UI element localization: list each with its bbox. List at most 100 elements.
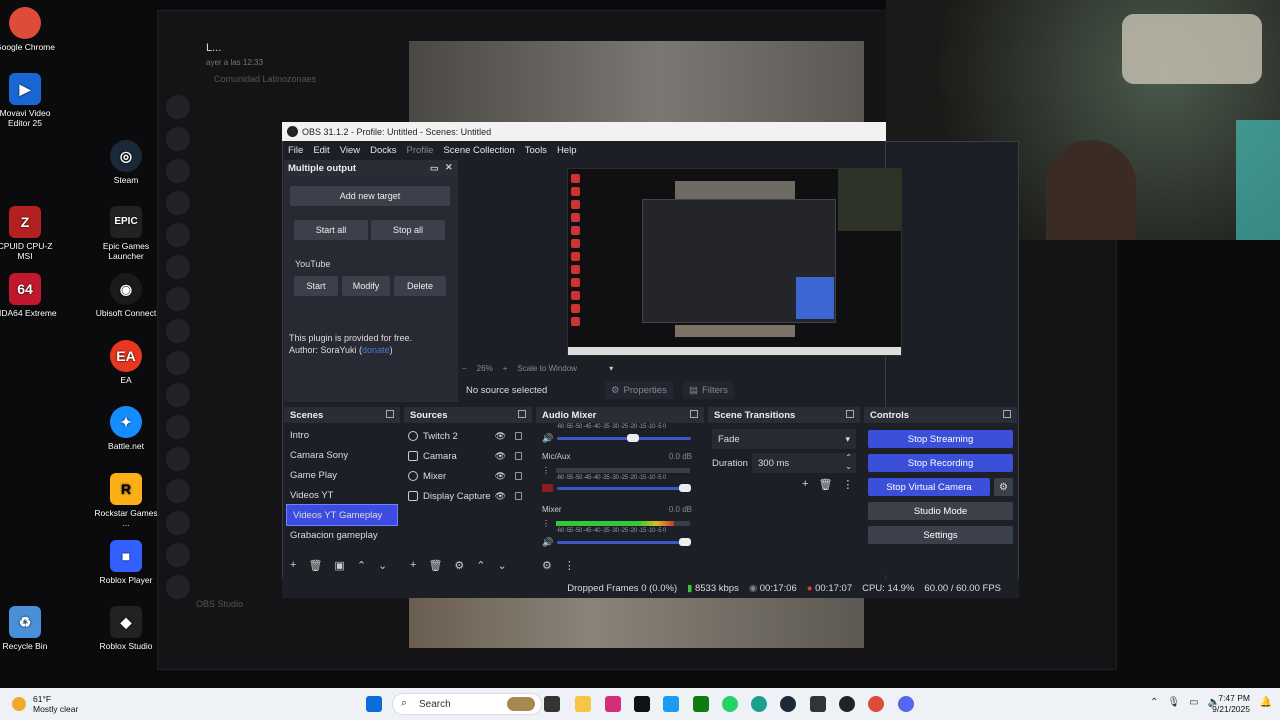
stop-virtual-camera-button[interactable]: Stop Virtual Camera (868, 478, 990, 496)
desktop-icon-chrome[interactable]: Google Chrome (0, 7, 57, 52)
scene-item[interactable]: Grabacion gameplay (284, 525, 400, 545)
channel-menu-icon[interactable]: ⋮ (542, 466, 550, 475)
scene-item[interactable]: Intro (284, 425, 400, 445)
zoom-in-button[interactable]: + (503, 364, 508, 373)
desktop-icon-roblox-player[interactable]: ■ Roblox Player (94, 540, 158, 585)
eye-icon[interactable]: 👁 (495, 431, 506, 442)
trash-icon[interactable]: 🗑 (308, 559, 322, 572)
desktop-icon-ubisoft[interactable]: ◉ Ubisoft Connect (94, 273, 158, 318)
dock-float-icon[interactable] (690, 410, 698, 418)
add-icon[interactable]: + (410, 559, 416, 571)
gear-icon[interactable]: ⚙ (454, 559, 464, 572)
weather-widget[interactable]: 61°F Mostly clear (12, 694, 78, 714)
trash-icon[interactable]: 🗑 (818, 478, 832, 491)
desktop-icon-rockstar[interactable]: R Rockstar Games ... (94, 473, 158, 528)
source-item[interactable]: Camara 👁 (404, 446, 532, 466)
advanced-audio-icon[interactable]: ⚙ (542, 559, 552, 572)
speaker-icon[interactable]: 🔊 (542, 433, 553, 444)
menu-profile[interactable]: Profile (407, 145, 434, 156)
menu-scene-collection[interactable]: Scene Collection (443, 145, 514, 156)
channel-menu-icon[interactable]: ⋮ (542, 519, 550, 528)
scene-item-selected[interactable]: Videos YT Gameplay (286, 504, 398, 526)
desktop-icon-ea[interactable]: EA EA (94, 340, 158, 385)
menu-docks[interactable]: Docks (370, 145, 396, 156)
instagram-icon[interactable] (605, 696, 621, 712)
zoom-out-button[interactable]: − (462, 364, 467, 373)
dock-float-icon[interactable] (846, 410, 854, 418)
scene-item[interactable]: Game Play (284, 465, 400, 485)
eye-icon[interactable]: 👁 (495, 471, 506, 482)
menu-tools[interactable]: Tools (525, 145, 547, 156)
microphone-icon[interactable]: 🎙 (1167, 697, 1180, 708)
desktop-icon-steam[interactable]: ◎ Steam (94, 140, 158, 185)
donate-link[interactable]: donate (362, 345, 390, 355)
desktop-icon-roblox-studio[interactable]: ◆ Roblox Studio (94, 606, 158, 651)
obs-titlebar[interactable]: OBS 31.1.2 - Profile: Untitled - Scenes:… (282, 122, 886, 141)
slider-knob[interactable] (627, 434, 640, 442)
scale-mode-select[interactable]: Scale to Window ▾ (517, 364, 613, 373)
trash-icon[interactable]: 🗑 (428, 559, 442, 572)
stop-recording-button[interactable]: Stop Recording (868, 454, 1013, 472)
source-item[interactable]: Mixer 👁 (404, 466, 532, 486)
virtual-camera-settings-button[interactable]: ⚙ (994, 478, 1013, 496)
desktop-icon-epic[interactable]: EPIC Epic Games Launcher (94, 206, 158, 261)
move-up-icon[interactable]: ⌃ (476, 559, 485, 572)
stop-all-button[interactable]: Stop all (371, 220, 445, 240)
start-menu-icon[interactable] (366, 696, 382, 712)
search-box[interactable]: ⌕ Search (392, 693, 542, 715)
move-up-icon[interactable]: ⌃ (357, 559, 366, 572)
properties-button[interactable]: ⚙ Properties (605, 381, 673, 399)
more-icon[interactable]: ⋮ (842, 478, 853, 491)
slider-knob[interactable] (679, 538, 692, 546)
lock-icon[interactable] (515, 492, 522, 500)
close-icon[interactable]: ✕ (445, 162, 453, 173)
twitter-icon[interactable] (663, 696, 679, 712)
chevron-up-icon[interactable]: ⌃ (1150, 697, 1158, 708)
desktop-icon-movavi[interactable]: ▶ Movavi Video Editor 25 (0, 73, 57, 128)
add-icon[interactable]: + (290, 559, 296, 571)
source-item[interactable]: Twitch 2 👁 (404, 426, 532, 446)
desktop-icon-aida64[interactable]: 64 AIDA64 Extreme (0, 273, 57, 318)
eye-icon[interactable]: 👁 (495, 451, 506, 462)
move-down-icon[interactable]: ⌄ (498, 559, 507, 572)
duration-input[interactable]: 300 ms ⌃ ⌄ (752, 453, 856, 473)
studio-mode-button[interactable]: Studio Mode (868, 502, 1013, 520)
filter-icon[interactable]: ▣ (334, 559, 344, 572)
clock[interactable]: 7:47 PM 9/21/2025 (1212, 693, 1250, 715)
xbox-icon[interactable] (693, 696, 709, 712)
stepper-icon[interactable]: ⌃ ⌄ (845, 453, 852, 471)
transition-select[interactable]: Fade ▾ (712, 429, 856, 449)
muted-speaker-icon[interactable] (542, 484, 553, 492)
menu-view[interactable]: View (340, 145, 360, 156)
more-icon[interactable]: ⋮ (564, 559, 575, 572)
dock-float-icon[interactable] (1003, 410, 1011, 418)
add-icon[interactable]: + (802, 478, 808, 491)
move-down-icon[interactable]: ⌄ (378, 559, 387, 572)
desktop-icon-battlenet[interactable]: ✦ Battle.net (94, 406, 158, 451)
dock-float-icon[interactable] (386, 410, 394, 418)
volume-slider[interactable] (557, 538, 692, 546)
nvidia-icon[interactable] (810, 696, 826, 712)
lock-icon[interactable] (515, 432, 522, 440)
tiktok-icon[interactable] (634, 696, 650, 712)
task-view-icon[interactable] (544, 696, 560, 712)
menu-edit[interactable]: Edit (313, 145, 329, 156)
start-all-button[interactable]: Start all (294, 220, 368, 240)
speaker-icon[interactable]: 🔊 (542, 537, 553, 548)
float-dock-icon[interactable]: ▭ (430, 163, 439, 174)
discord-icon[interactable] (898, 696, 914, 712)
volume-slider[interactable] (557, 434, 692, 442)
target-delete-button[interactable]: Delete (394, 276, 446, 296)
obs-preview[interactable] (567, 168, 902, 356)
volume-slider[interactable] (557, 483, 691, 492)
edge-icon[interactable] (751, 696, 767, 712)
file-explorer-icon[interactable] (575, 696, 591, 712)
notification-bell-icon[interactable]: 🔔 (1260, 697, 1272, 708)
dock-float-icon[interactable] (518, 410, 526, 418)
source-item[interactable]: Display Capture 👁 (404, 486, 532, 506)
target-modify-button[interactable]: Modify (342, 276, 390, 296)
lock-icon[interactable] (515, 452, 522, 460)
eye-icon[interactable]: 👁 (495, 491, 506, 502)
add-target-button[interactable]: Add new target (290, 186, 450, 206)
obs-taskbar-icon[interactable] (839, 696, 855, 712)
